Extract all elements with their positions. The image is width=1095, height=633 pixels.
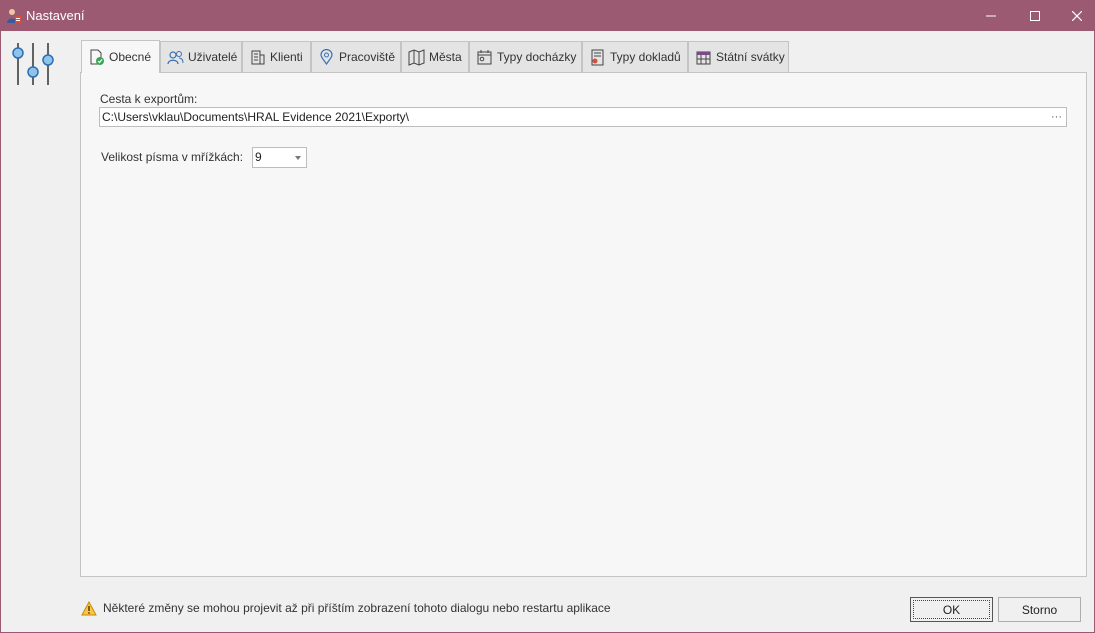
tab-label: Typy dokladů: [610, 50, 681, 64]
chevron-down-icon: [295, 156, 301, 160]
tab-label: Města: [429, 50, 462, 64]
maximize-icon: [1030, 11, 1040, 21]
tab-klienti[interactable]: Klienti: [242, 41, 311, 72]
minimize-button[interactable]: [968, 1, 1014, 31]
receipt-icon: [591, 49, 604, 65]
export-path-value: C:\Users\vklau\Documents\HRAL Evidence 2…: [102, 110, 410, 124]
tab-label: Státní svátky: [716, 50, 785, 64]
font-size-value: 9: [255, 150, 262, 164]
export-path-field[interactable]: C:\Users\vklau\Documents\HRAL Evidence 2…: [99, 107, 1067, 127]
sliders-icon: [11, 41, 55, 87]
browse-button[interactable]: ···: [1051, 108, 1062, 126]
users-icon: [167, 50, 184, 64]
attendance-icon: [477, 49, 492, 64]
font-size-combo[interactable]: 9: [252, 147, 307, 168]
calendar-icon: [696, 51, 711, 64]
app-icon: [6, 8, 22, 24]
ok-button[interactable]: OK: [910, 597, 993, 622]
tab-uzivatele[interactable]: Uživatelé: [160, 41, 242, 72]
tab-label: Typy docházky: [497, 50, 577, 64]
map-icon: [408, 48, 425, 66]
building-icon: [251, 50, 265, 64]
minimize-icon: [986, 15, 996, 17]
tab-typy-dokladu[interactable]: Typy dokladů: [582, 41, 688, 72]
tab-label: Pracoviště: [339, 50, 396, 64]
maximize-button[interactable]: [1012, 1, 1058, 31]
close-icon: [1072, 11, 1082, 21]
tab-obecne[interactable]: Obecné: [81, 40, 160, 73]
close-button[interactable]: [1054, 1, 1095, 31]
general-panel: [80, 72, 1087, 577]
export-path-label: Cesta k exportům:: [100, 92, 198, 106]
document-check-icon: [90, 49, 104, 65]
location-pin-icon: [320, 48, 333, 65]
title-bar: Nastavení: [1, 1, 1094, 31]
font-size-label: Velikost písma v mřížkách:: [101, 150, 244, 164]
settings-window: Nastavení Obecné Uživatelé Klienti Praco…: [0, 0, 1095, 633]
tab-typy-dochazky[interactable]: Typy docházky: [469, 41, 582, 72]
footer-warning: Některé změny se mohou projevit až při p…: [81, 599, 611, 617]
cancel-button[interactable]: Storno: [998, 597, 1081, 622]
tab-mesta[interactable]: Města: [401, 41, 469, 72]
warning-text: Některé změny se mohou projevit až při p…: [103, 601, 611, 615]
tab-label: Uživatelé: [188, 50, 238, 64]
warning-icon: [81, 600, 97, 615]
tab-label: Obecné: [109, 50, 152, 64]
window-title: Nastavení: [26, 8, 85, 23]
tab-pracoviste[interactable]: Pracoviště: [311, 41, 401, 72]
tab-statni-svatky[interactable]: Státní svátky: [688, 41, 789, 72]
tab-label: Klienti: [270, 50, 303, 64]
